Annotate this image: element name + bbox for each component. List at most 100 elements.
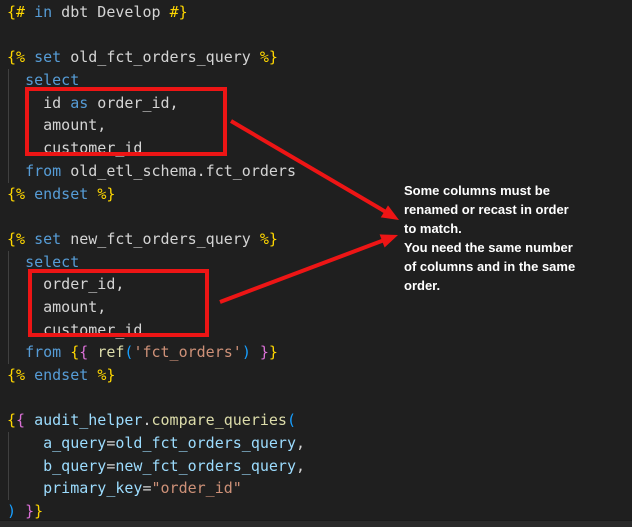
code-token: {% xyxy=(7,185,34,203)
code-token: {% xyxy=(7,230,34,248)
note-line: You need the same number xyxy=(404,238,575,257)
code-token: ( xyxy=(287,411,296,429)
code-token: {% xyxy=(7,48,34,66)
code-token xyxy=(88,185,97,203)
code-token xyxy=(88,366,97,384)
code-token: , xyxy=(296,457,305,475)
code-token xyxy=(16,502,25,520)
code-token: dbt Develop xyxy=(52,3,169,21)
code-token: %} xyxy=(97,366,115,384)
code-token xyxy=(7,162,25,180)
code-line[interactable]: from {{ ref('fct_orders') }} xyxy=(7,341,632,364)
code-token xyxy=(7,457,43,475)
code-line[interactable]: b_query=new_fct_orders_query, xyxy=(7,455,632,478)
note-line: Some columns must be xyxy=(404,181,575,200)
code-token: { xyxy=(16,411,25,429)
code-line[interactable]: amount, xyxy=(7,296,632,319)
code-token: } xyxy=(260,343,269,361)
code-token: } xyxy=(34,502,43,520)
code-token: from xyxy=(25,343,61,361)
code-token: customer_id xyxy=(7,139,142,157)
indent-guide xyxy=(8,319,9,342)
indent-guide xyxy=(8,114,9,137)
code-token: b_query xyxy=(43,457,106,475)
code-token: ) xyxy=(242,343,251,361)
code-line[interactable] xyxy=(7,387,632,410)
indent-guide xyxy=(8,69,9,92)
note-line: renamed or recast in order xyxy=(404,200,575,219)
code-line[interactable]: from old_etl_schema.fct_orders xyxy=(7,160,632,183)
code-line[interactable]: {% endset %} xyxy=(7,364,632,387)
code-token: { xyxy=(70,343,79,361)
code-token: amount, xyxy=(7,298,106,316)
code-token: order_id, xyxy=(88,94,178,112)
code-token: ref xyxy=(97,343,124,361)
note-line: order. xyxy=(404,276,575,295)
code-token xyxy=(7,343,25,361)
annotation-note: Some columns must be renamed or recast i… xyxy=(404,181,575,295)
code-token: in xyxy=(34,3,52,21)
code-line[interactable]: {{ audit_helper.compare_queries( xyxy=(7,409,632,432)
note-line: to match. xyxy=(404,219,575,238)
code-token: "order_id" xyxy=(152,479,242,497)
code-token: endset xyxy=(34,366,88,384)
code-token: audit_helper xyxy=(34,411,142,429)
indent-guide xyxy=(8,92,9,115)
code-token: { xyxy=(79,343,88,361)
code-line[interactable]: {% set old_fct_orders_query %} xyxy=(7,46,632,69)
indent-guide xyxy=(8,137,9,160)
code-token xyxy=(7,479,43,497)
code-token: from xyxy=(25,162,61,180)
code-token xyxy=(7,434,43,452)
code-line[interactable] xyxy=(7,24,632,47)
code-token: id xyxy=(7,94,70,112)
code-token: old_fct_orders_query xyxy=(61,48,260,66)
indent-guide xyxy=(8,251,9,274)
code-token xyxy=(25,411,34,429)
code-token: endset xyxy=(34,185,88,203)
code-token: ) xyxy=(7,502,16,520)
code-token: as xyxy=(70,94,88,112)
code-token: set xyxy=(34,230,61,248)
code-line[interactable]: id as order_id, xyxy=(7,92,632,115)
code-token: {# xyxy=(7,3,34,21)
code-line[interactable]: primary_key="order_id" xyxy=(7,477,632,500)
code-token: %} xyxy=(97,185,115,203)
code-line[interactable]: customer_id xyxy=(7,319,632,342)
code-token: amount, xyxy=(7,116,106,134)
code-token: %} xyxy=(260,230,278,248)
code-token xyxy=(61,343,70,361)
code-token: new_fct_orders_query xyxy=(115,457,296,475)
horizontal-scrollbar-track[interactable] xyxy=(0,520,632,527)
code-token: new_fct_orders_query xyxy=(61,230,260,248)
code-token xyxy=(88,343,97,361)
code-line[interactable]: a_query=old_fct_orders_query, xyxy=(7,432,632,455)
note-line: of columns and in the same xyxy=(404,257,575,276)
code-token: primary_key xyxy=(43,479,142,497)
indent-guide xyxy=(8,455,9,478)
code-line[interactable]: select xyxy=(7,69,632,92)
code-token: set xyxy=(34,48,61,66)
code-token: 'fct_orders' xyxy=(133,343,241,361)
code-token: , xyxy=(296,434,305,452)
indent-guide xyxy=(8,296,9,319)
code-token: { xyxy=(7,411,16,429)
code-token xyxy=(251,343,260,361)
code-token xyxy=(7,253,25,271)
code-token: %} xyxy=(260,48,278,66)
code-line[interactable]: {# in dbt Develop #} xyxy=(7,1,632,24)
indent-guide xyxy=(8,432,9,455)
code-token: #} xyxy=(170,3,188,21)
code-token: select xyxy=(25,253,79,271)
code-line[interactable]: customer_id xyxy=(7,137,632,160)
code-line[interactable]: amount, xyxy=(7,114,632,137)
code-token: . xyxy=(142,411,151,429)
code-token: a_query xyxy=(43,434,106,452)
indent-guide xyxy=(8,341,9,364)
code-token: } xyxy=(269,343,278,361)
code-token: = xyxy=(142,479,151,497)
code-token: } xyxy=(25,502,34,520)
code-token xyxy=(7,71,25,89)
code-token: customer_id xyxy=(7,321,142,339)
indent-guide xyxy=(8,477,9,500)
